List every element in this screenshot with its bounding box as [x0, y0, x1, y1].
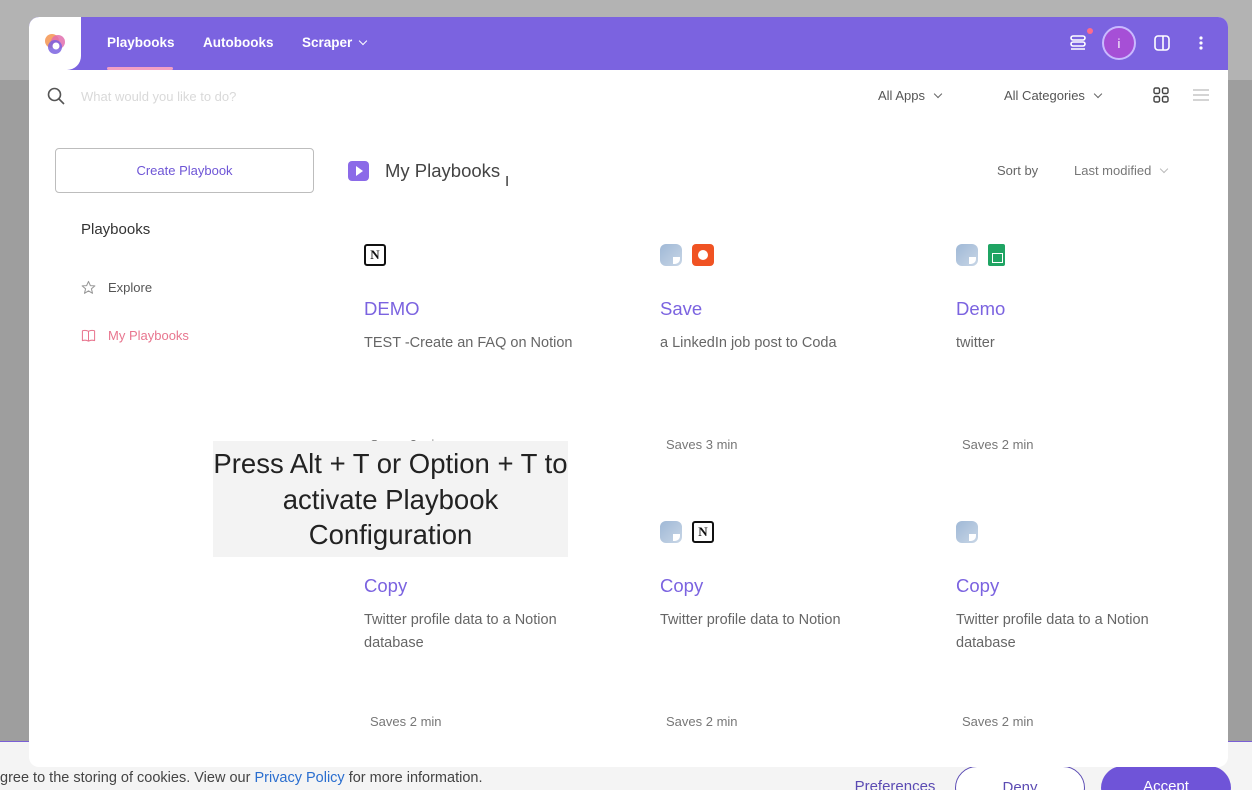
sidebar-item-explore[interactable]: Explore — [81, 279, 152, 295]
sidebar-item-my-playbooks[interactable]: My Playbooks — [81, 327, 189, 343]
preferences-button[interactable]: Preferences — [848, 766, 942, 790]
playbook-card[interactable]: Demo twitter Saves 2 min — [956, 244, 1226, 504]
privacy-policy-link[interactable]: Privacy Policy — [254, 770, 344, 786]
chevron-down-icon — [933, 89, 943, 99]
card-description: Twitter profile data to a Notion databas… — [956, 612, 1149, 651]
shortcut-tooltip: Press Alt + T or Option + T to activate … — [213, 441, 568, 557]
card-app-icons: N — [364, 244, 386, 266]
card-app-icons: N — [660, 521, 714, 543]
card-app-icons — [660, 244, 714, 266]
grid-view-icon[interactable] — [1153, 87, 1169, 103]
cookie-text: gree to the storing of cookies. View our… — [0, 770, 483, 786]
coda-icon — [692, 244, 714, 266]
side-panel-icon[interactable] — [1153, 34, 1171, 52]
card-title: Save — [660, 298, 703, 319]
sort-label: Sort by — [997, 163, 1039, 178]
star-icon — [81, 280, 96, 294]
sidebar-item-label: My Playbooks — [108, 328, 189, 344]
app-icon — [956, 244, 978, 266]
apps-filter-dropdown[interactable]: All Apps — [878, 88, 943, 103]
accept-button[interactable]: Accept — [1101, 766, 1231, 790]
card-title: Copy — [956, 575, 1000, 596]
card-saves: Saves 2 min — [370, 714, 442, 729]
play-icon — [348, 161, 369, 181]
top-navigation-bar: Playbooks Autobooks Scraper i — [29, 17, 1228, 70]
google-sheets-icon — [988, 244, 1005, 266]
card-app-icons — [956, 244, 1005, 266]
card-saves: Saves 2 min — [962, 437, 1034, 452]
page-title: My Playbooks — [385, 160, 501, 181]
list-view-icon[interactable] — [1193, 88, 1209, 102]
chevron-down-icon — [1093, 89, 1103, 99]
avatar[interactable]: i — [1102, 26, 1136, 60]
tasks-icon[interactable] — [1069, 34, 1087, 52]
card-app-icons — [956, 521, 978, 543]
tab-scraper-label: Scraper — [302, 35, 353, 50]
card-description: twitter — [956, 335, 995, 351]
card-saves: Saves 2 min — [962, 714, 1034, 729]
card-description: Twitter profile data to Notion — [660, 612, 841, 628]
text-cursor-icon: I — [505, 173, 510, 190]
card-title: Copy — [660, 575, 704, 596]
notion-icon: N — [692, 521, 714, 543]
notification-dot — [1087, 28, 1093, 34]
categories-filter-dropdown[interactable]: All Categories — [1004, 88, 1103, 103]
deny-button[interactable]: Deny — [955, 766, 1085, 790]
tab-playbooks[interactable]: Playbooks — [107, 35, 175, 50]
card-saves: Saves 3 min — [666, 437, 738, 452]
card-title: Demo — [956, 298, 1006, 319]
categories-filter-label: All Categories — [1004, 88, 1085, 103]
create-playbook-button[interactable]: Create Playbook — [55, 148, 314, 193]
sort-dropdown[interactable]: Last modified — [1074, 163, 1169, 178]
notion-icon: N — [364, 244, 386, 266]
card-saves: Saves 2 min — [666, 714, 738, 729]
sidebar-item-label: Explore — [108, 280, 153, 296]
playbook-card[interactable]: Save a LinkedIn job post to Coda Saves 3… — [660, 244, 930, 504]
card-title: Copy — [364, 575, 408, 596]
app-logo-icon — [45, 34, 65, 54]
playbook-card[interactable]: Copy Twitter profile data to a Notion da… — [364, 521, 634, 767]
playbooks-modal: Playbooks Autobooks Scraper i All Apps A… — [29, 17, 1228, 767]
card-description: TEST -Create an FAQ on Notion — [364, 335, 573, 351]
card-title: DEMO — [364, 298, 420, 319]
chevron-down-icon — [359, 36, 368, 46]
tab-scraper[interactable]: Scraper — [302, 35, 368, 50]
app-icon — [956, 521, 978, 543]
active-tab-indicator — [107, 67, 173, 70]
apps-filter-label: All Apps — [878, 88, 925, 103]
card-description: Twitter profile data to a Notion databas… — [364, 612, 557, 651]
card-description: a LinkedIn job post to Coda — [660, 335, 837, 351]
search-icon — [47, 87, 65, 105]
logo-container[interactable] — [29, 17, 81, 70]
chevron-down-icon — [1160, 164, 1169, 174]
sort-value: Last modified — [1074, 163, 1152, 178]
search-input[interactable] — [81, 85, 481, 107]
book-icon — [81, 329, 96, 342]
playbook-card[interactable]: N Copy Twitter profile data to Notion Sa… — [660, 521, 930, 767]
app-icon — [660, 521, 682, 543]
more-options-icon[interactable] — [1197, 34, 1205, 52]
playbook-card[interactable]: Copy Twitter profile data to a Notion da… — [956, 521, 1226, 767]
sidebar-heading: Playbooks — [81, 221, 151, 238]
app-icon — [660, 244, 682, 266]
tab-autobooks[interactable]: Autobooks — [203, 35, 274, 50]
